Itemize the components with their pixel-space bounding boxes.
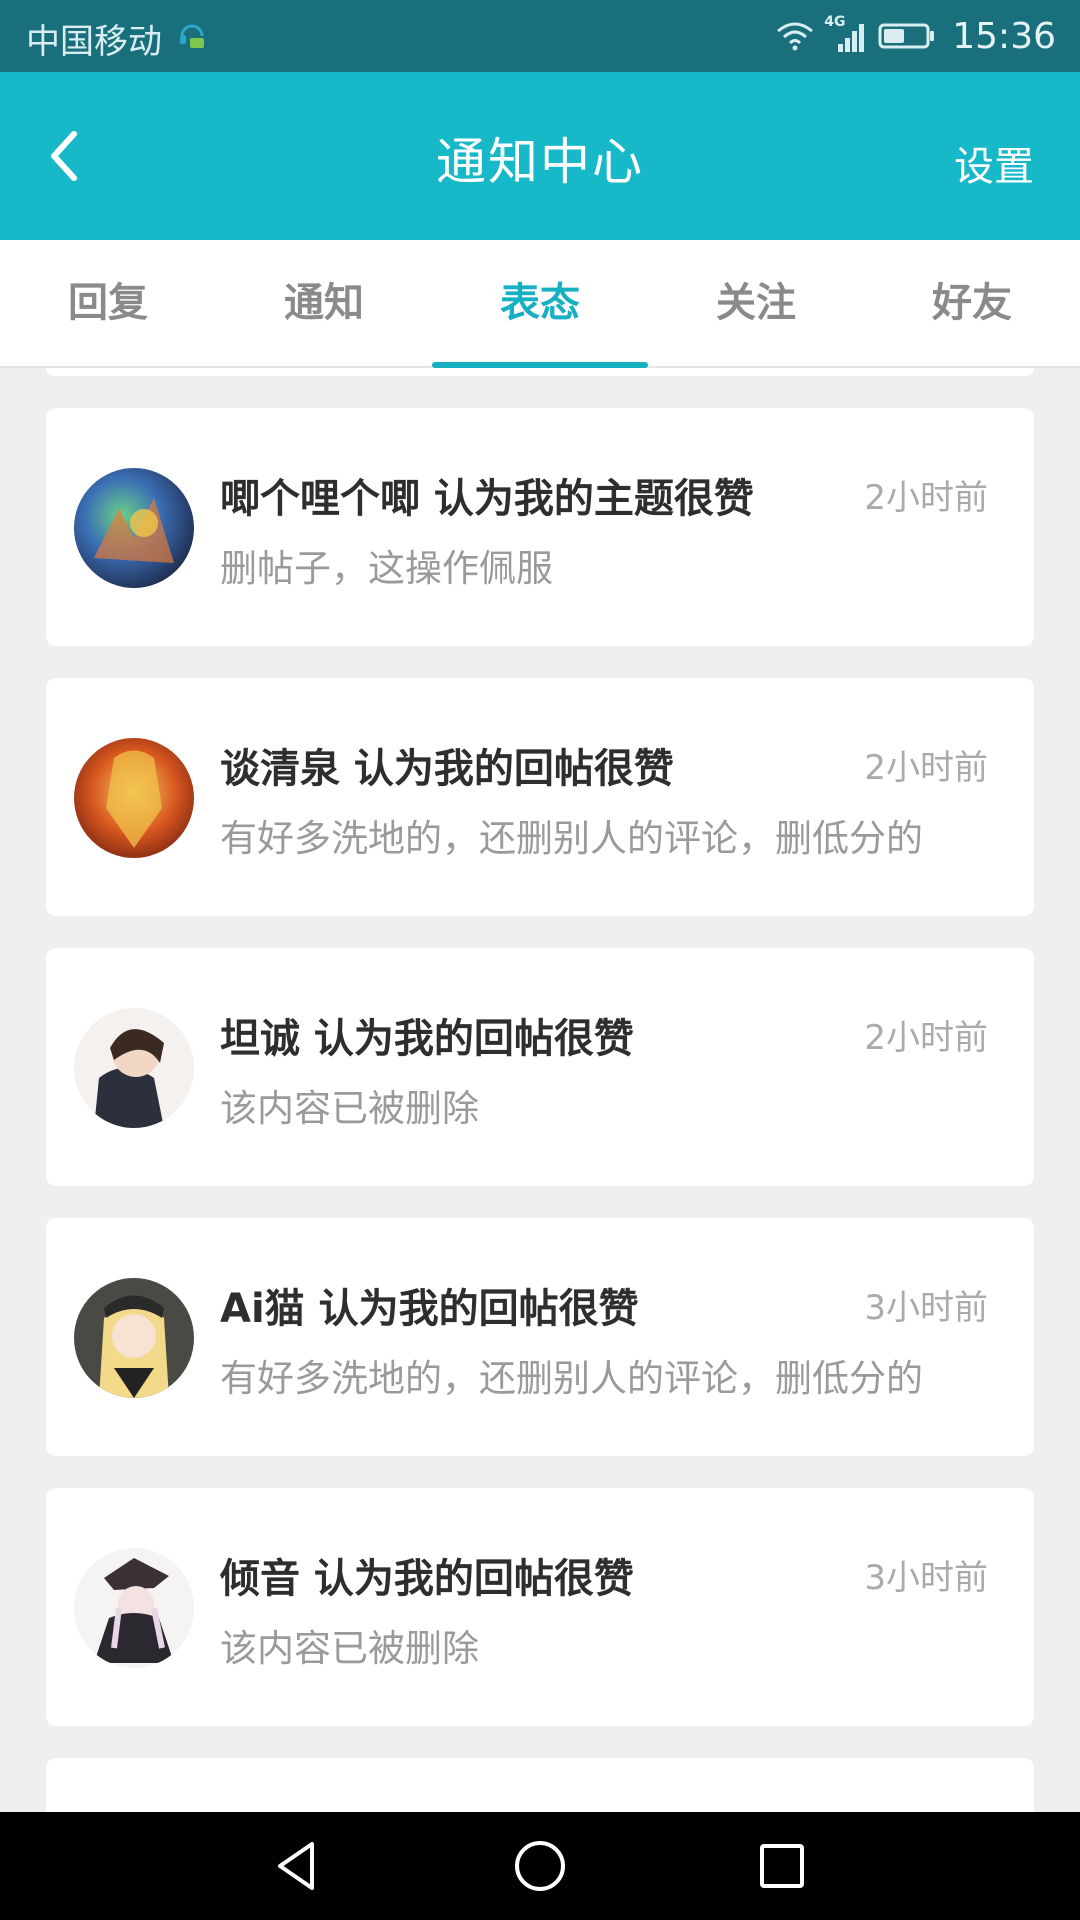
notification-time: 2小时前 xyxy=(864,478,988,518)
system-nav-bar xyxy=(0,1812,1080,1920)
tab-follows[interactable]: 关注 xyxy=(648,240,864,366)
notification-item[interactable]: 倾音 认为我的回帖很赞 3小时前 该内容已被删除 xyxy=(46,1488,1034,1726)
notification-time: 2小时前 xyxy=(864,748,988,788)
notification-time: 3小时前 xyxy=(864,1558,988,1598)
status-bar: 中国移动 4G 15:36 xyxy=(0,0,1080,72)
avatar[interactable] xyxy=(74,1548,194,1668)
settings-button[interactable]: 设置 xyxy=(954,134,1034,192)
notification-title: Ai猫 认为我的回帖很赞 xyxy=(220,1286,639,1332)
notification-item[interactable]: 唧个哩个唧 认为我的主题很赞 2小时前 删帖子，这操作佩服 xyxy=(46,408,1034,646)
triangle-back-icon xyxy=(278,1842,314,1890)
notification-title: 谈清泉 认为我的回帖很赞 xyxy=(220,746,674,792)
tab-replies[interactable]: 回复 xyxy=(0,240,216,366)
notification-snippet: 有好多洗地的，还删别人的评论，删低分的 xyxy=(220,1357,923,1400)
notification-item[interactable]: 坦诚 认为我的回帖很赞 2小时前 该内容已被删除 xyxy=(46,948,1034,1186)
carrier-name: 中国移动 xyxy=(26,22,162,62)
notification-item-partial[interactable] xyxy=(46,1758,1034,1818)
notification-title: 倾音 认为我的回帖很赞 xyxy=(220,1556,634,1602)
tab-notices[interactable]: 通知 xyxy=(216,240,432,366)
square-recent-icon xyxy=(760,1844,804,1888)
avatar[interactable] xyxy=(74,1278,194,1398)
notification-snippet: 删帖子，这操作佩服 xyxy=(220,547,553,590)
notification-snippet: 该内容已被删除 xyxy=(220,1627,479,1670)
notification-item[interactable]: 谈清泉 认为我的回帖很赞 2小时前 有好多洗地的，还删别人的评论，删低分的 xyxy=(46,678,1034,916)
clock: 15:36 xyxy=(952,15,1056,57)
nav-home-button[interactable] xyxy=(512,1838,568,1894)
notification-time: 3小时前 xyxy=(864,1288,988,1328)
nav-back-button[interactable] xyxy=(270,1838,326,1894)
app-header: 通知中心 设置 xyxy=(0,72,1080,240)
tab-bar: 回复 通知 表态 关注 好友 xyxy=(0,240,1080,368)
notification-item[interactable]: Ai猫 认为我的回帖很赞 3小时前 有好多洗地的，还删别人的评论，删低分的 xyxy=(46,1218,1034,1456)
battery-icon xyxy=(878,23,935,49)
previous-card-edge xyxy=(46,368,1034,376)
avatar[interactable] xyxy=(74,738,194,858)
status-icons: 4G 15:36 xyxy=(776,12,1056,60)
cell-signal-icon: 4G xyxy=(824,14,868,56)
avatar[interactable] xyxy=(74,1008,194,1128)
notification-time: 2小时前 xyxy=(864,1018,988,1058)
tab-reactions[interactable]: 表态 xyxy=(432,240,648,368)
notification-title: 坦诚 认为我的回帖很赞 xyxy=(220,1016,634,1062)
nav-recent-button[interactable] xyxy=(754,1838,810,1894)
circle-home-icon xyxy=(515,1841,565,1891)
notification-snippet: 该内容已被删除 xyxy=(220,1087,479,1130)
notification-snippet: 有好多洗地的，还删别人的评论，删低分的 xyxy=(220,817,923,860)
avatar[interactable] xyxy=(74,468,194,588)
notification-title: 唧个哩个唧 认为我的主题很赞 xyxy=(220,476,754,522)
tab-friends[interactable]: 好友 xyxy=(864,240,1080,366)
wifi-icon xyxy=(777,22,814,51)
headset-message-icon xyxy=(180,24,204,48)
page-title: 通知中心 xyxy=(436,133,644,191)
